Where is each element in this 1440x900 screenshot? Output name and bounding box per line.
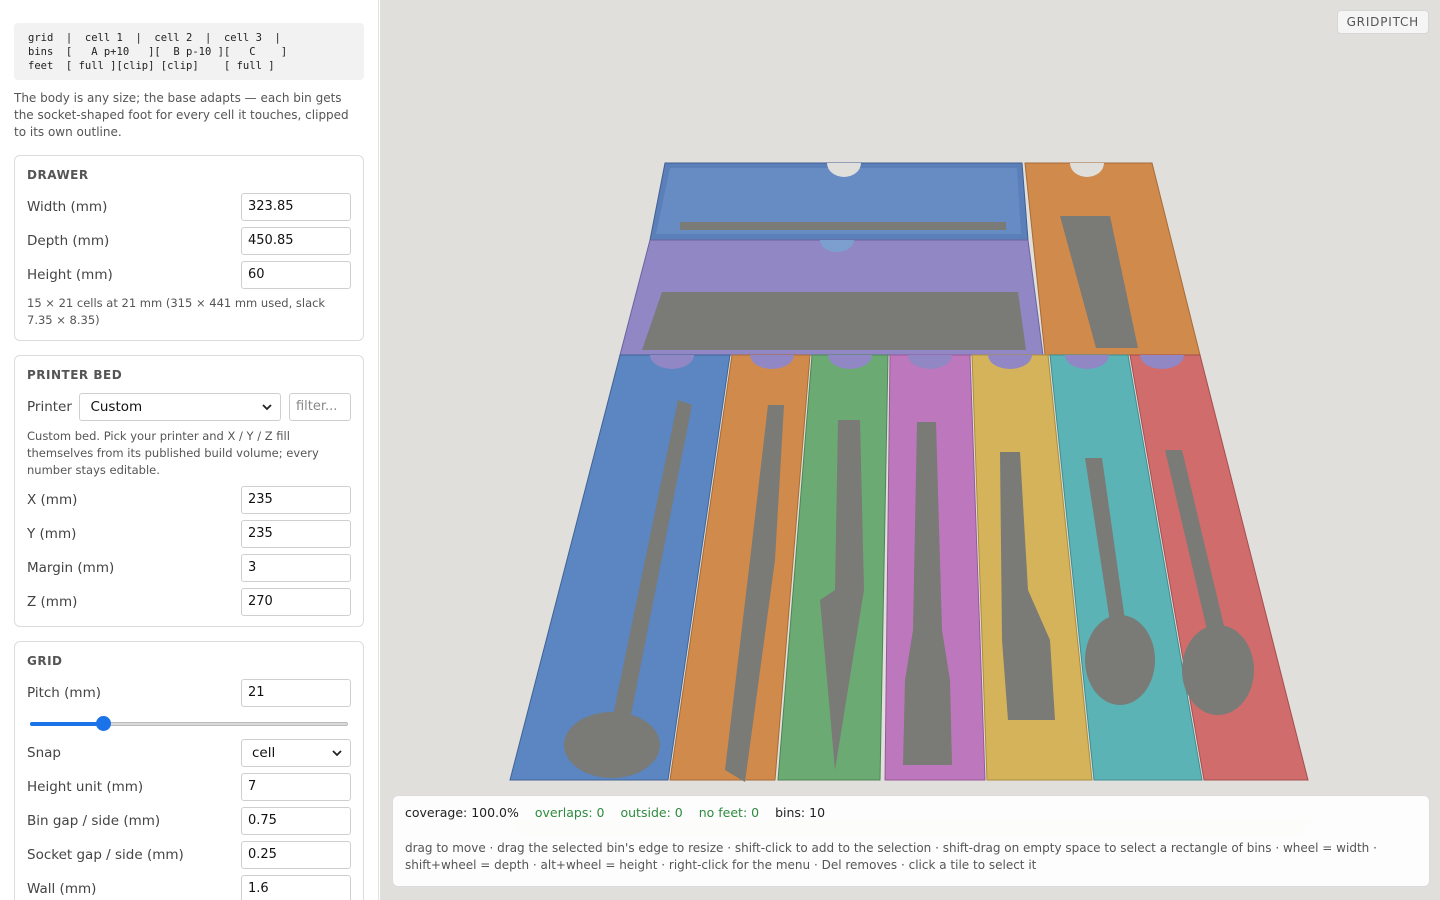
bed-margin-label: Margin (mm): [27, 560, 115, 576]
drawer-panel: DRAWER Width (mm) 323.85 Depth (mm) 450.…: [14, 155, 364, 341]
bed-z-row: Z (mm) 270: [27, 585, 351, 619]
bed-y-input[interactable]: 235: [241, 520, 351, 548]
controls-hint: drag to move · drag the selected bin's e…: [405, 841, 1377, 872]
spoon-bowl: [564, 712, 660, 778]
drawer-depth-label: Depth (mm): [27, 233, 110, 249]
pitch-slider-thumb[interactable]: [95, 716, 111, 731]
printer-filter-input[interactable]: filter...: [288, 393, 351, 421]
drawer-height-input[interactable]: 60: [241, 261, 351, 289]
printer-select-row: Printer Custom filter...: [27, 390, 351, 424]
grid-panel: GRID Pitch (mm) 21 Snap cell Height unit…: [14, 641, 364, 900]
bed-y-row: Y (mm) 235: [27, 517, 351, 551]
bed-margin-row: Margin (mm) 3: [27, 551, 351, 585]
drawer-depth-input[interactable]: 450.85: [241, 227, 351, 255]
bins-count-stat: bins: 10: [775, 805, 826, 820]
drawer-width-label: Width (mm): [27, 199, 108, 215]
bin-gap-row: Bin gap / side (mm) 0.75: [27, 804, 351, 838]
drawer-panel-title: DRAWER: [27, 168, 89, 182]
pitch-slider[interactable]: [27, 712, 351, 734]
snap-select-value: cell: [252, 745, 276, 761]
bin-back-right[interactable]: [1024, 162, 1201, 356]
bed-margin-input[interactable]: 3: [241, 554, 351, 582]
overlaps-stat: overlaps: 0: [534, 805, 605, 820]
snap-row: Snap cell: [27, 736, 351, 770]
socket-gap-input[interactable]: 0.25: [241, 841, 351, 869]
printer-note: Custom bed. Pick your printer and X / Y …: [27, 429, 319, 477]
snap-select[interactable]: cell: [241, 739, 351, 767]
bed-y-label: Y (mm): [27, 526, 77, 542]
insert-chopsticks: [680, 222, 1006, 230]
legend-code-block: grid | cell 1 | cell 2 | cell 3 | bins […: [14, 23, 364, 80]
bin-layout-scene[interactable]: [380, 0, 1440, 900]
height-unit-row: Height unit (mm) 7: [27, 770, 351, 804]
bed-x-row: X (mm) 235: [27, 483, 351, 517]
socket-gap-label: Socket gap / side (mm): [27, 847, 184, 863]
bed-x-label: X (mm): [27, 492, 78, 508]
drawer-depth-row: Depth (mm) 450.85: [27, 224, 351, 258]
bin-back-middle[interactable]: [619, 239, 1044, 356]
pitch-input[interactable]: 21: [241, 679, 351, 707]
drawer-height-row: Height (mm) 60: [27, 258, 351, 292]
brand-badge: GRIDPITCH: [1336, 10, 1429, 34]
printer-bed-panel: PRINTER BED Printer Custom filter... Cus…: [14, 355, 364, 627]
wall-row: Wall (mm) 1.6: [27, 872, 351, 900]
printer-label: Printer: [27, 399, 72, 415]
pitch-row: Pitch (mm) 21: [27, 676, 351, 710]
bin-gap-input[interactable]: 0.75: [241, 807, 351, 835]
drawer-cells-note: 15 × 21 cells at 21 mm (315 × 441 mm use…: [27, 296, 326, 327]
stats-row: coverage: 100.0% overlaps: 0 outside: 0 …: [405, 804, 1417, 822]
bin-back-top[interactable]: [649, 162, 1029, 241]
spoon-bowl: [1085, 615, 1155, 705]
insert-tray: [642, 292, 1026, 350]
drawer-width-input[interactable]: 323.85: [241, 193, 351, 221]
coverage-stat: coverage: 100.0%: [405, 805, 519, 820]
wall-input[interactable]: 1.6: [241, 875, 351, 900]
printer-select-value: Custom: [90, 399, 143, 415]
height-unit-input[interactable]: 7: [241, 773, 351, 801]
drawer-width-row: Width (mm) 323.85: [27, 190, 351, 224]
height-unit-label: Height unit (mm): [27, 779, 144, 795]
sidebar: grid | cell 1 | cell 2 | cell 3 | bins […: [0, 0, 379, 900]
bin-gap-label: Bin gap / side (mm): [27, 813, 161, 829]
bed-z-input[interactable]: 270: [241, 588, 351, 616]
socket-gap-row: Socket gap / side (mm) 0.25: [27, 838, 351, 872]
chevron-down-icon: [332, 745, 342, 761]
bed-z-label: Z (mm): [27, 594, 78, 610]
pitch-slider-fill: [30, 722, 103, 726]
printer-select[interactable]: Custom: [79, 393, 282, 421]
no-feet-stat: no feet: 0: [698, 805, 760, 820]
printer-panel-title: PRINTER BED: [27, 368, 123, 382]
intro-description: The body is any size; the base adapts — …: [14, 91, 349, 139]
drawer-height-label: Height (mm): [27, 267, 113, 283]
wall-label: Wall (mm): [27, 881, 97, 897]
pitch-label: Pitch (mm): [27, 685, 101, 701]
3d-viewport[interactable]: GRIDPITCH coverage: 100.0% overlaps: 0 o…: [380, 0, 1440, 900]
bin-front-4[interactable]: [884, 354, 986, 781]
outside-stat: outside: 0: [620, 805, 683, 820]
snap-label: Snap: [27, 745, 61, 761]
status-panel: coverage: 100.0% overlaps: 0 outside: 0 …: [392, 795, 1430, 887]
spoon-bowl: [1182, 625, 1254, 715]
grid-panel-title: GRID: [27, 654, 63, 668]
chevron-down-icon: [262, 399, 273, 415]
bed-x-input[interactable]: 235: [241, 486, 351, 514]
